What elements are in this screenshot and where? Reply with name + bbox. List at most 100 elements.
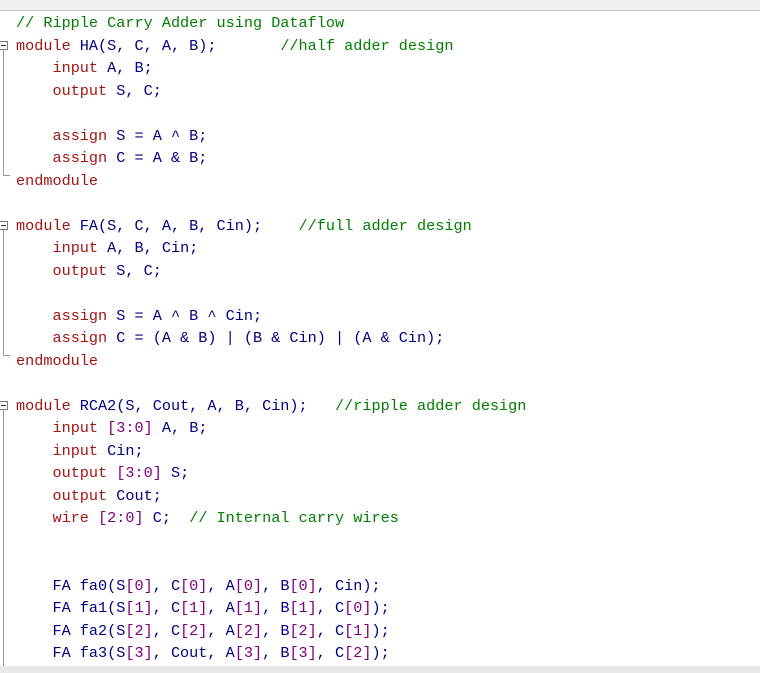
- code-token: [2]: [344, 644, 372, 662]
- code-token: [0]: [289, 576, 317, 595]
- fold-gutter: [0, 11, 10, 667]
- code-line: module FA(S, C, A, B, Cin); //full adder…: [16, 215, 526, 238]
- code-text-area[interactable]: // Ripple Carry Adder using Dataflow modu…: [16, 12, 526, 665]
- fold-end-marker: [3, 169, 10, 176]
- code-token: wire: [52, 509, 89, 527]
- code-token: FA(S, C, A, B, Cin);: [70, 216, 299, 235]
- code-token: , Cout, A: [152, 644, 235, 662]
- code-token: [3]: [234, 644, 263, 662]
- code-token: [2]: [289, 621, 317, 640]
- code-token: , C: [316, 644, 345, 662]
- code-token: [1]: [289, 599, 317, 617]
- code-token: [1]: [180, 599, 208, 617]
- collapse-icon[interactable]: [0, 401, 8, 410]
- code-token: C = (A & B) | (B & Cin) | (A & Cin);: [107, 329, 445, 347]
- code-line: assign C = A & B;: [16, 147, 526, 170]
- code-token: [0]: [344, 599, 372, 617]
- code-token: A, B, Cin;: [98, 239, 199, 257]
- collapse-icon[interactable]: [0, 221, 8, 230]
- code-line: FA fa3(S[3], Cout, A[3], B[3], C[2]);: [16, 642, 526, 665]
- code-line: input [3:0] A, B;: [16, 417, 526, 440]
- code-token: );: [371, 599, 390, 617]
- code-token: module: [16, 36, 71, 55]
- code-token: // Ripple Carry Adder using Dataflow: [16, 14, 345, 32]
- code-token: output: [52, 261, 108, 280]
- code-line: module RCA2(S, Cout, A, B, Cin); //rippl…: [16, 395, 526, 418]
- code-token: RCA2(S, Cout, A, B, Cin);: [70, 396, 335, 415]
- code-line: wire [2:0] C; // Internal carry wires: [16, 507, 526, 530]
- code-line: input Cin;: [16, 440, 526, 463]
- code-token: input: [52, 239, 99, 257]
- code-token: [3]: [289, 644, 317, 662]
- code-line: assign S = A ^ B ^ Cin;: [16, 305, 526, 328]
- code-token: [1]: [344, 621, 372, 640]
- code-line: input A, B, Cin;: [16, 237, 526, 260]
- code-line: FA fa2(S[2], C[2], A[2], B[2], C[1]);: [16, 620, 526, 643]
- code-token: FA fa3(S: [16, 644, 126, 662]
- code-line: ​: [16, 372, 526, 395]
- code-token: S = A ^ B;: [107, 126, 208, 145]
- fold-line: [3, 410, 4, 667]
- code-token: [3:0]: [107, 419, 153, 437]
- code-token: FA fa2(S: [16, 621, 126, 640]
- code-token: input: [52, 59, 99, 77]
- code-token: , Cin);: [316, 576, 381, 595]
- code-editor[interactable]: // Ripple Carry Adder using Dataflow modu…: [0, 10, 760, 668]
- code-token: [2:0]: [98, 509, 144, 527]
- code-line: module HA(S, C, A, B); //half adder desi…: [16, 35, 526, 58]
- code-token: //full adder design: [298, 216, 472, 235]
- code-token: , C: [152, 599, 181, 617]
- code-token: , A: [207, 621, 235, 640]
- code-token: , B: [262, 599, 290, 617]
- code-line: // Ripple Carry Adder using Dataflow: [16, 12, 526, 35]
- code-line: output Cout;: [16, 485, 526, 508]
- code-token: S, C;: [107, 81, 162, 100]
- code-token: output: [52, 464, 108, 482]
- code-line: ​: [16, 282, 526, 305]
- code-token: endmodule: [16, 351, 99, 370]
- code-line: assign C = (A & B) | (B & Cin) | (A & Ci…: [16, 327, 526, 350]
- code-token: [0]: [180, 576, 208, 595]
- code-line: endmodule: [16, 350, 526, 373]
- code-token: module: [16, 396, 71, 415]
- code-token: //half adder design: [280, 36, 454, 55]
- code-token: endmodule: [16, 171, 99, 190]
- code-token: C;: [143, 509, 190, 527]
- code-token: [2]: [125, 621, 153, 640]
- code-token: , C: [152, 576, 181, 595]
- code-token: [0]: [234, 576, 263, 595]
- code-token: [1]: [234, 599, 263, 617]
- code-token: [1]: [125, 599, 153, 617]
- code-token: Cout;: [107, 486, 162, 505]
- code-line: ​: [16, 530, 526, 553]
- code-token: input: [52, 441, 99, 460]
- code-token: output: [52, 486, 108, 505]
- collapse-icon[interactable]: [0, 41, 8, 50]
- code-token: C = A & B;: [107, 149, 208, 167]
- code-token: S, C;: [107, 261, 162, 280]
- code-token: );: [371, 621, 390, 640]
- horizontal-scrollbar[interactable]: [0, 666, 760, 673]
- code-line: output S, C;: [16, 260, 526, 283]
- code-token: );: [371, 644, 390, 662]
- code-line: FA fa1(S[1], C[1], A[1], B[1], C[0]);: [16, 597, 526, 620]
- fold-end-marker: [3, 349, 10, 356]
- code-token: assign: [52, 329, 108, 347]
- code-token: , A: [207, 576, 235, 595]
- code-token: Cin;: [98, 441, 144, 460]
- code-token: module: [16, 216, 71, 235]
